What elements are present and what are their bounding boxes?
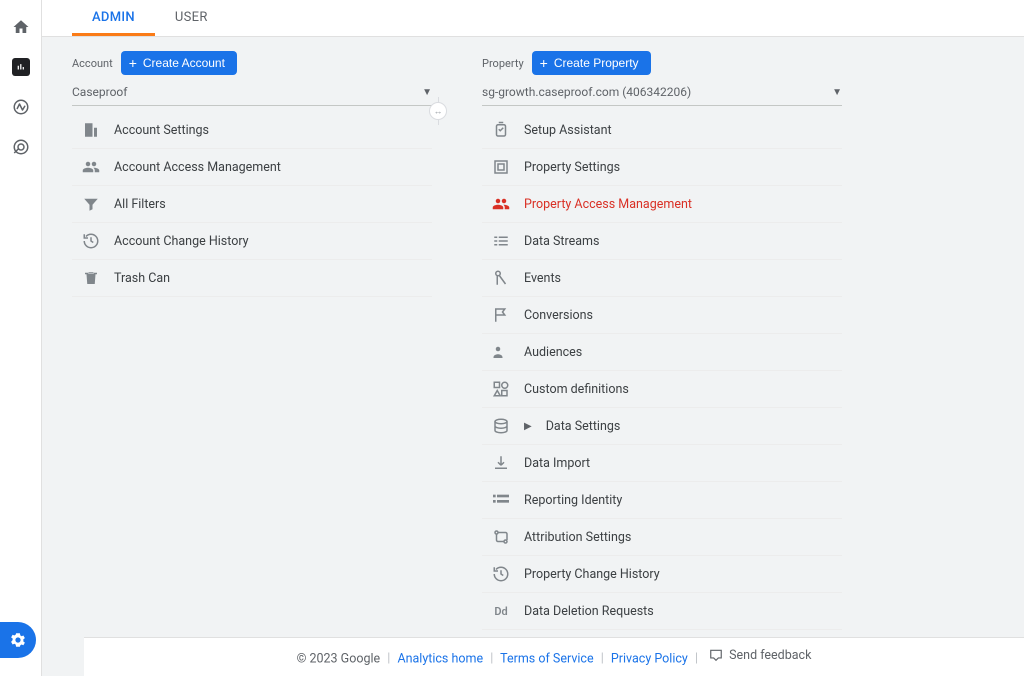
expand-arrow-icon: ▶ — [524, 421, 532, 432]
feedback-icon — [709, 648, 723, 662]
property-item-label: Data Deletion Requests — [524, 604, 654, 619]
plus-icon: + — [540, 56, 548, 70]
main-content: ADMIN USER Account + Create Account Case… — [42, 0, 1024, 676]
property-item-label: Data Streams — [524, 234, 599, 249]
account-item-history[interactable]: Account Change History — [72, 223, 432, 260]
database-icon — [492, 417, 510, 435]
account-item-label: Account Settings — [114, 123, 209, 138]
people-icon — [82, 158, 100, 176]
flag-icon — [492, 306, 510, 324]
streams-icon — [492, 232, 510, 250]
account-item-label: Account Access Management — [114, 160, 281, 175]
footer-link-tos[interactable]: Terms of Service — [500, 651, 593, 666]
plus-icon: + — [129, 56, 137, 70]
account-item-access[interactable]: Account Access Management — [72, 149, 432, 186]
home-icon[interactable] — [12, 18, 30, 36]
people-icon — [492, 195, 510, 213]
property-item-label: Conversions — [524, 308, 593, 323]
property-item-label: Data Settings — [546, 419, 621, 434]
property-item-label: Property Change History — [524, 567, 660, 582]
admin-settings-button[interactable] — [0, 622, 36, 658]
admin-columns: Account + Create Account Caseproof ▼ Acc… — [42, 37, 1024, 676]
assistant-icon — [492, 121, 510, 139]
account-header: Account + Create Account — [72, 51, 432, 75]
property-item-label: Attribution Settings — [524, 530, 631, 545]
tab-admin[interactable]: ADMIN — [72, 0, 155, 36]
property-item-conversions[interactable]: Conversions — [482, 297, 842, 334]
events-icon — [492, 269, 510, 287]
send-feedback-button[interactable]: Send feedback — [709, 648, 811, 663]
property-item-label: Data Import — [524, 456, 590, 471]
history-icon — [492, 565, 510, 583]
custom-def-icon — [492, 380, 510, 398]
property-item-setup-assistant[interactable]: Setup Assistant — [482, 112, 842, 149]
account-header-label: Account — [72, 57, 113, 70]
tab-user[interactable]: USER — [155, 0, 228, 36]
create-property-button[interactable]: + Create Property — [532, 51, 651, 75]
property-item-label: Property Settings — [524, 160, 620, 175]
property-item-label: Reporting Identity — [524, 493, 622, 508]
property-item-audiences[interactable]: Audiences — [482, 334, 842, 371]
property-item-attribution[interactable]: Attribution Settings — [482, 519, 842, 556]
property-item-label: Custom definitions — [524, 382, 629, 397]
identity-icon — [492, 491, 510, 509]
property-item-deletion-requests[interactable]: Dd Data Deletion Requests — [482, 593, 842, 630]
create-property-label: Create Property — [554, 56, 639, 70]
deletion-icon: Dd — [492, 602, 510, 620]
property-item-custom-definitions[interactable]: Custom definitions — [482, 371, 842, 408]
property-item-reporting-identity[interactable]: Reporting Identity — [482, 482, 842, 519]
filter-icon — [82, 195, 100, 213]
column-divider-badge[interactable]: ↔ — [429, 102, 447, 120]
trash-icon — [82, 269, 100, 287]
history-icon — [82, 232, 100, 250]
property-selector[interactable]: sg-growth.caseproof.com (406342206) ▼ — [482, 81, 842, 106]
property-header: Property + Create Property — [482, 51, 842, 75]
property-header-label: Property — [482, 57, 524, 70]
property-item-access-management[interactable]: Property Access Management — [482, 186, 842, 223]
left-rail — [0, 0, 42, 676]
settings-square-icon — [492, 158, 510, 176]
account-column: Account + Create Account Caseproof ▼ Acc… — [72, 51, 432, 640]
property-item-label: Property Access Management — [524, 197, 692, 212]
property-column: Property + Create Property sg-growth.cas… — [482, 51, 842, 640]
attribution-icon — [492, 528, 510, 546]
property-item-data-streams[interactable]: Data Streams — [482, 223, 842, 260]
property-item-change-history[interactable]: Property Change History — [482, 556, 842, 593]
audiences-icon — [492, 343, 510, 361]
property-item-data-import[interactable]: Data Import — [482, 445, 842, 482]
footer: © 2023 Google | Analytics home | Terms o… — [84, 637, 1024, 676]
property-selected-name: sg-growth.caseproof.com (406342206) — [482, 85, 691, 99]
account-item-label: All Filters — [114, 197, 166, 212]
account-selector[interactable]: Caseproof ▼ — [72, 81, 432, 106]
advertising-icon[interactable] — [12, 138, 30, 156]
caret-down-icon: ▼ — [422, 87, 432, 98]
account-item-trash[interactable]: Trash Can — [72, 260, 432, 297]
footer-link-home[interactable]: Analytics home — [397, 651, 483, 666]
import-icon — [492, 454, 510, 472]
explore-icon[interactable] — [12, 98, 30, 116]
account-list: Account Settings Account Access Manageme… — [72, 112, 432, 297]
property-item-events[interactable]: Events — [482, 260, 842, 297]
account-item-label: Account Change History — [114, 234, 249, 249]
account-selected-name: Caseproof — [72, 85, 127, 99]
property-item-settings[interactable]: Property Settings — [482, 149, 842, 186]
admin-tabs: ADMIN USER — [42, 0, 1024, 37]
property-item-label: Audiences — [524, 345, 582, 360]
account-item-label: Trash Can — [114, 271, 170, 286]
footer-link-privacy[interactable]: Privacy Policy — [611, 651, 688, 666]
property-list: Setup Assistant Property Settings Proper… — [482, 112, 842, 676]
property-item-label: Events — [524, 271, 561, 286]
feedback-label: Send feedback — [729, 648, 811, 663]
footer-copyright: © 2023 Google — [297, 651, 381, 666]
reports-icon[interactable] — [12, 58, 30, 76]
caret-down-icon: ▼ — [832, 87, 842, 98]
property-item-data-settings[interactable]: ▶ Data Settings — [482, 408, 842, 445]
account-item-filters[interactable]: All Filters — [72, 186, 432, 223]
create-account-label: Create Account — [143, 56, 225, 70]
building-icon — [82, 121, 100, 139]
property-item-label: Setup Assistant — [524, 123, 612, 138]
create-account-button[interactable]: + Create Account — [121, 51, 237, 75]
account-item-settings[interactable]: Account Settings — [72, 112, 432, 149]
